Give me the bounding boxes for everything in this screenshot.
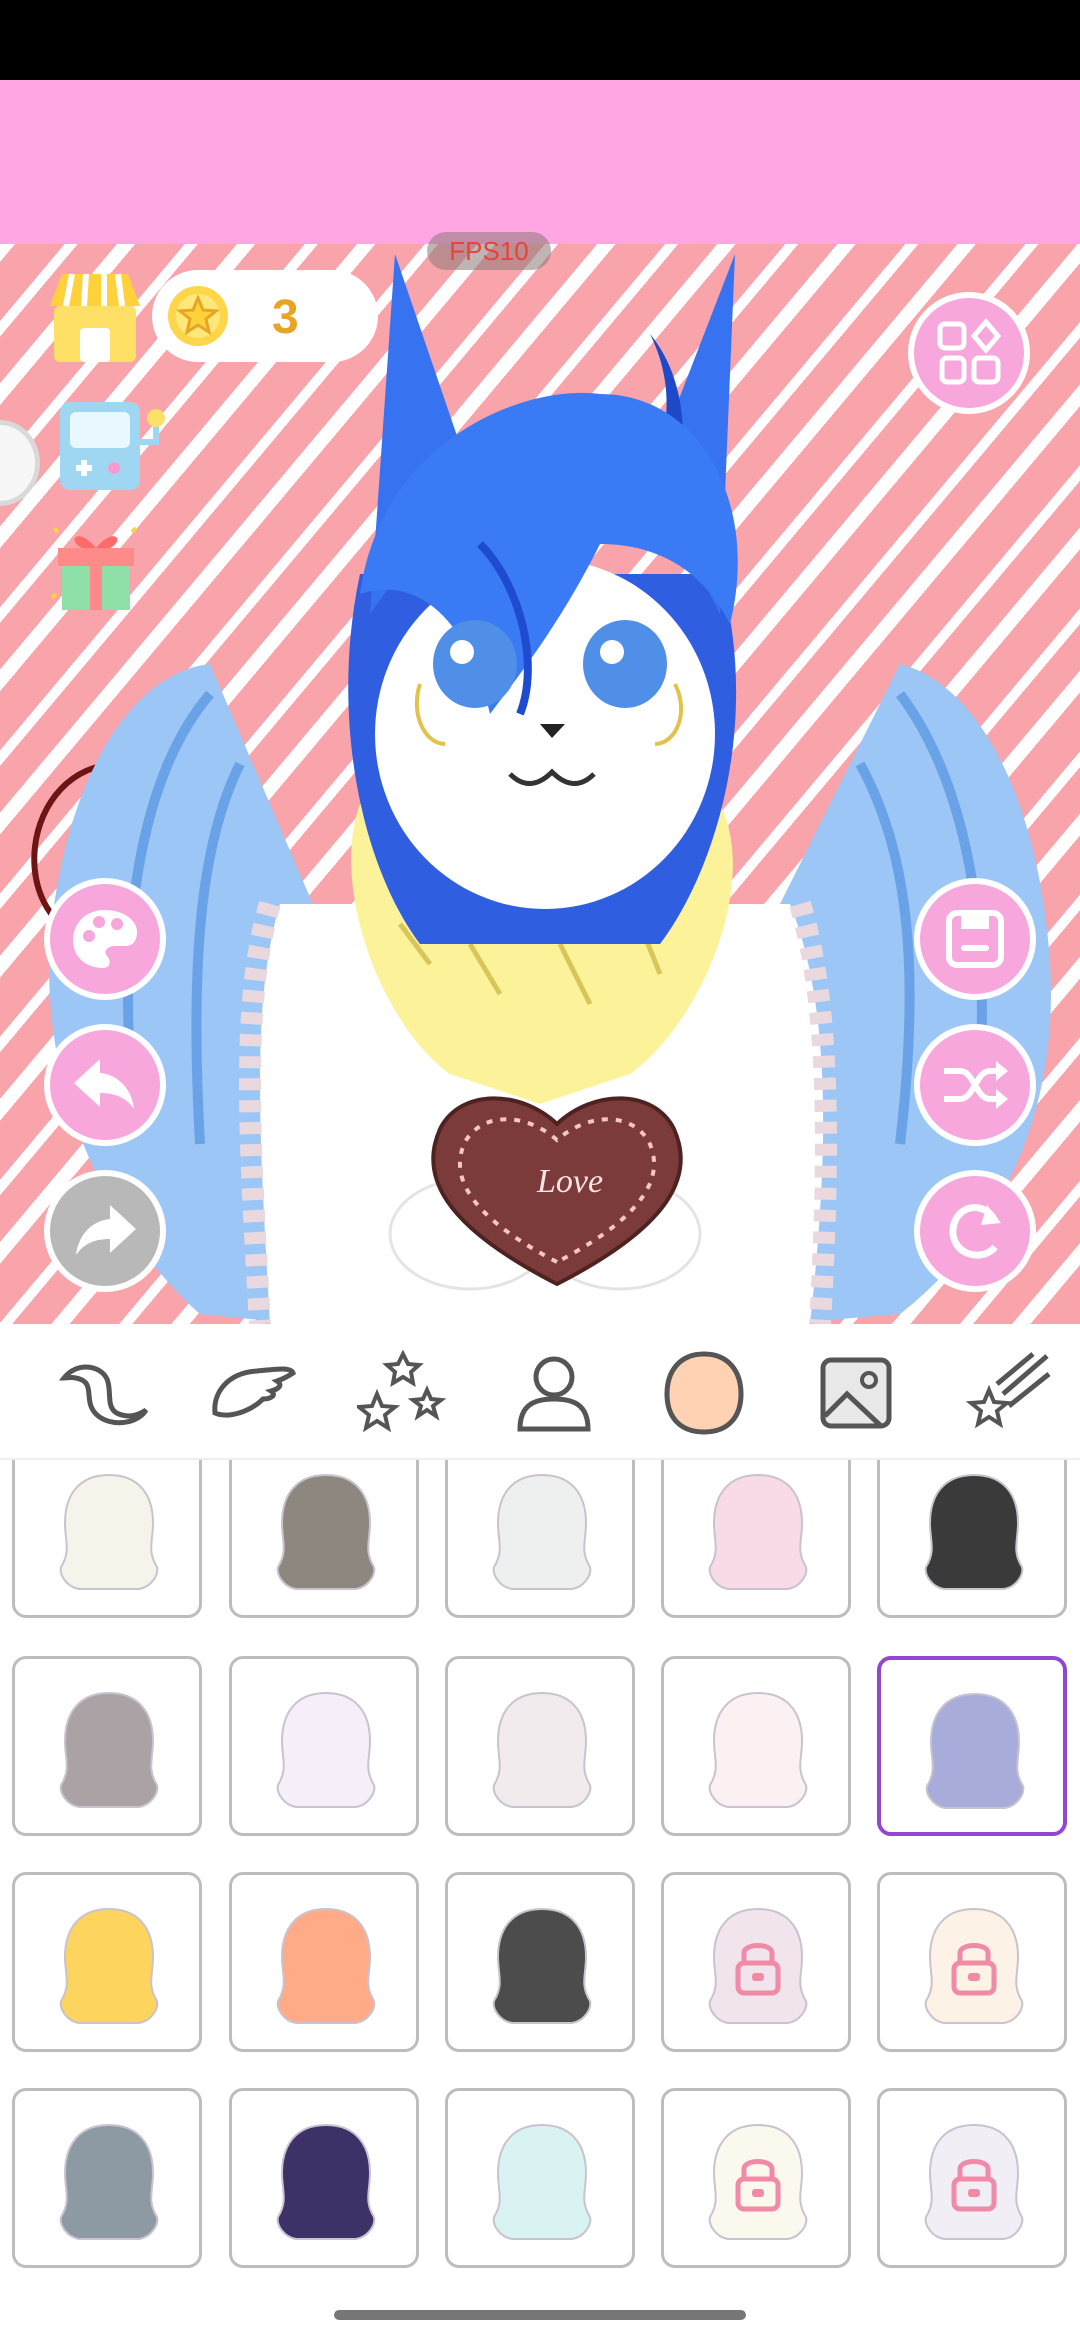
- undo-button[interactable]: [44, 1024, 166, 1146]
- gift-icon: [50, 526, 138, 610]
- skin-option[interactable]: [661, 2088, 851, 2268]
- tab-skin[interactable]: [654, 1348, 754, 1438]
- coin-count: 3: [272, 291, 299, 344]
- star-coin-icon: [168, 286, 228, 346]
- fps-counter: FPS10: [427, 232, 551, 270]
- home-indicator: [334, 2310, 746, 2320]
- shuffle-button[interactable]: [914, 1024, 1036, 1146]
- category-tab-bar: [0, 1324, 1080, 1460]
- shuffle-icon: [944, 1061, 1008, 1109]
- head-swatch-icon: [59, 1907, 159, 2024]
- head-swatch-icon: [924, 1473, 1024, 1590]
- skin-option[interactable]: [12, 1872, 202, 2052]
- skin-option[interactable]: [229, 1656, 419, 1836]
- skin-option[interactable]: [877, 1656, 1067, 1836]
- head-swatch-icon: [276, 2123, 376, 2240]
- head-icon: [664, 1351, 744, 1435]
- reset-button[interactable]: [914, 1170, 1036, 1292]
- skin-option[interactable]: [445, 1656, 635, 1836]
- gift-button[interactable]: [48, 518, 144, 614]
- gacha-button[interactable]: [56, 398, 168, 494]
- save-icon: [946, 910, 1004, 968]
- palette-button[interactable]: [44, 878, 166, 1000]
- skin-option[interactable]: [229, 1460, 419, 1618]
- wing-icon: [212, 1366, 296, 1418]
- head-swatch-icon: [708, 2123, 808, 2240]
- head-swatch-icon: [708, 1907, 808, 2024]
- head-swatch-icon: [708, 1691, 808, 1808]
- skin-option[interactable]: [661, 1460, 851, 1618]
- coin-balance: 3: [152, 270, 378, 362]
- tab-effects[interactable]: [352, 1348, 452, 1438]
- category-grid-icon: [937, 318, 1002, 385]
- gacha-machine-icon: [60, 402, 165, 490]
- skin-option[interactable]: [877, 2088, 1067, 2268]
- head-swatch-icon: [924, 1907, 1024, 2024]
- head-swatch-icon: [492, 2123, 592, 2240]
- stars-icon: [357, 1350, 447, 1433]
- skin-option[interactable]: [229, 2088, 419, 2268]
- skin-option[interactable]: [661, 1872, 851, 2052]
- head-swatch-icon: [276, 1907, 376, 2024]
- skin-option[interactable]: [12, 1460, 202, 1618]
- tab-extras[interactable]: [958, 1348, 1058, 1438]
- head-swatch-icon: [59, 1473, 159, 1590]
- head-swatch-icon: [276, 1691, 376, 1808]
- tab-background[interactable]: [806, 1348, 906, 1438]
- skin-option[interactable]: [12, 1656, 202, 1836]
- skin-option[interactable]: [661, 1656, 851, 1836]
- shop-button[interactable]: [48, 270, 142, 366]
- skin-option[interactable]: [445, 1460, 635, 1618]
- shop-icon: [50, 273, 140, 362]
- redo-button[interactable]: [44, 1170, 166, 1292]
- head-swatch-icon: [492, 1691, 592, 1808]
- skin-option[interactable]: [445, 2088, 635, 2268]
- person-icon: [517, 1356, 591, 1432]
- head-swatch-icon: [492, 1473, 592, 1590]
- image-icon: [820, 1357, 892, 1429]
- skin-option[interactable]: [877, 1460, 1067, 1618]
- head-swatch-icon: [276, 1473, 376, 1590]
- skin-color-grid: [0, 1460, 1080, 2340]
- head-swatch-icon: [708, 1473, 808, 1590]
- save-button[interactable]: [914, 878, 1036, 1000]
- head-swatch-icon: [492, 1907, 592, 2024]
- palette-icon: [73, 910, 137, 968]
- skin-option[interactable]: [877, 1872, 1067, 2052]
- ad-banner[interactable]: [0, 80, 1080, 244]
- heart-text: Love: [536, 1163, 603, 1200]
- redo-arrow-icon: [76, 1205, 136, 1255]
- skin-option[interactable]: [445, 1872, 635, 2052]
- shooting-star-icon: [965, 1352, 1051, 1429]
- head-swatch-icon: [925, 1692, 1025, 1809]
- menu-button[interactable]: [908, 292, 1030, 414]
- refresh-icon: [949, 1204, 1001, 1259]
- undo-arrow-icon: [74, 1059, 134, 1109]
- tab-tail[interactable]: [54, 1348, 154, 1438]
- status-bar: [0, 0, 1080, 80]
- head-swatch-icon: [924, 2123, 1024, 2240]
- skin-option[interactable]: [12, 2088, 202, 2268]
- tab-body[interactable]: [504, 1348, 604, 1438]
- tail-icon: [58, 1364, 149, 1426]
- head-swatch-icon: [59, 1691, 159, 1808]
- tab-wings[interactable]: [202, 1348, 302, 1438]
- head-swatch-icon: [59, 2123, 159, 2240]
- skin-option[interactable]: [229, 1872, 419, 2052]
